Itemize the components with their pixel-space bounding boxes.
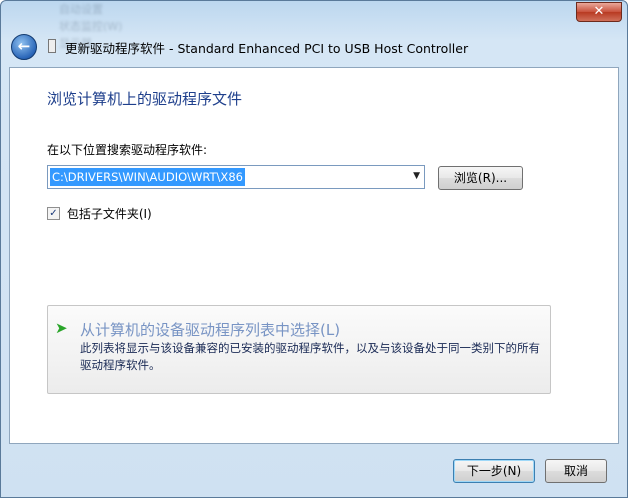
pick-from-list-option[interactable]: ➤ 从计算机的设备驱动程序列表中选择(L) 此列表将显示与该设备兼容的已安装的驱… xyxy=(47,305,551,394)
next-button[interactable]: 下一步(N) xyxy=(453,459,535,483)
path-combobox[interactable]: C:\DRIVERS\WIN\AUDIO\WRT\X86 ▼ xyxy=(47,165,425,189)
background-menu-item: 状态监控(W) xyxy=(59,20,123,33)
dialog-window: 自动设置 状态监控(W) 显示器 ✕ ← 更新驱动程序软件 - Standard… xyxy=(0,0,628,498)
path-input-value[interactable]: C:\DRIVERS\WIN\AUDIO\WRT\X86 xyxy=(50,168,245,186)
device-icon xyxy=(48,39,56,53)
back-arrow-icon: ← xyxy=(17,37,31,55)
pick-from-list-title[interactable]: 从计算机的设备驱动程序列表中选择(L) xyxy=(80,319,340,340)
include-subfolders-row[interactable]: ✓ 包括子文件夹(I) xyxy=(47,205,152,221)
close-icon: ✕ xyxy=(593,4,605,19)
include-subfolders-checkbox[interactable]: ✓ xyxy=(47,207,60,220)
pick-from-list-description: 此列表将显示与该设备兼容的已安装的驱动程序软件，以及与该设备处于同一类别下的所有… xyxy=(80,341,540,372)
cancel-button[interactable]: 取消 xyxy=(545,459,607,483)
window-title: 更新驱动程序软件 - Standard Enhanced PCI to USB … xyxy=(65,41,469,56)
page-heading: 浏览计算机上的驱动程序文件 xyxy=(47,90,243,108)
content-panel: 浏览计算机上的驱动程序文件 在以下位置搜索驱动程序软件: C:\DRIVERS\… xyxy=(9,67,619,444)
background-menu-item: 自动设置 xyxy=(59,3,103,16)
back-button[interactable]: ← xyxy=(11,34,37,60)
close-button[interactable]: ✕ xyxy=(576,2,622,22)
browse-button[interactable]: 浏览(R)... xyxy=(438,166,523,190)
chevron-down-icon[interactable]: ▼ xyxy=(413,171,420,181)
include-subfolders-label[interactable]: 包括子文件夹(I) xyxy=(67,207,152,221)
search-location-label: 在以下位置搜索驱动程序软件: xyxy=(47,143,208,157)
green-arrow-icon: ➤ xyxy=(55,319,68,337)
